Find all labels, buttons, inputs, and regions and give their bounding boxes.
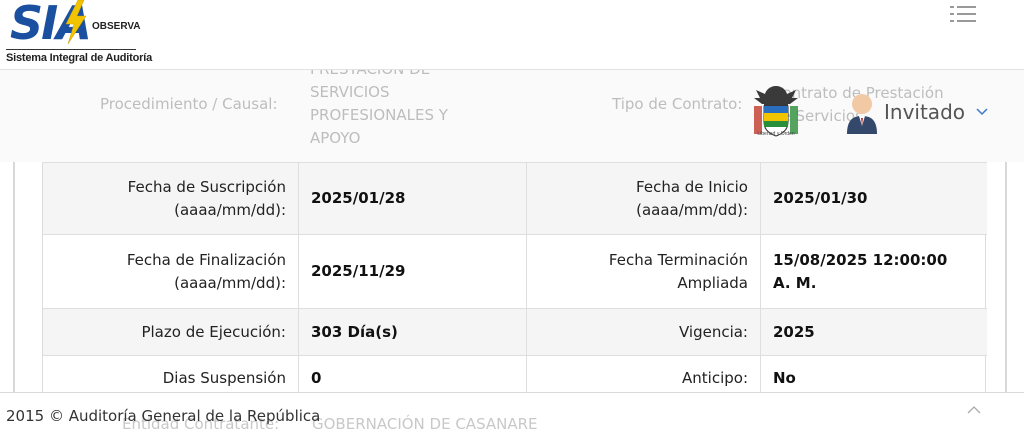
logo-divider: [6, 49, 136, 50]
user-name[interactable]: Invitado: [884, 100, 965, 124]
procedure-value-3: PROFESIONALES Y: [310, 106, 448, 124]
menu-list-icon[interactable]: [950, 4, 976, 28]
logo-subtitle: Sistema Integral de Auditoría: [6, 52, 152, 64]
table-row: Fecha de Suscripción (aaaa/mm/dd): 2025/0…: [43, 162, 987, 234]
label-fecha-terminacion-ampliada: Fecha Terminación Ampliada: [526, 235, 760, 308]
label-fecha-suscripcion: Fecha de Suscripción (aaaa/mm/dd):: [127, 177, 286, 219]
value-fecha-inicio: 2025/01/30: [760, 163, 987, 234]
label-fecha-finalizacion: Fecha de Finalización (aaaa/mm/dd):: [126, 250, 286, 292]
faded-entity-value: GOBERNACIÓN DE CASANARE: [312, 415, 538, 433]
chevron-up-icon[interactable]: [966, 405, 982, 415]
coat-of-arms-caption: Libertad y Orden: [757, 131, 795, 137]
sia-observa-logo[interactable]: SIA OBSERVA Sistema Integral de Auditorí…: [6, 0, 152, 68]
procedure-value-4: APOYO: [310, 129, 361, 147]
contract-details-table: Fecha de Suscripción (aaaa/mm/dd): 2025/0…: [42, 162, 987, 401]
panel-left-border: [13, 162, 15, 392]
procedure-value-2: SERVICIOS: [310, 83, 390, 101]
table-row: Fecha de Finalización (aaaa/mm/dd): 2025/…: [43, 234, 987, 308]
user-avatar-icon[interactable]: [845, 92, 879, 134]
label-vigencia: Vigencia:: [526, 309, 760, 355]
chevron-down-icon[interactable]: [975, 104, 989, 118]
value-fecha-finalizacion: 2025/11/29: [298, 235, 526, 308]
top-header: SIA OBSERVA Sistema Integral de Auditorí…: [0, 0, 1024, 70]
value-fecha-terminacion-ampliada: 15/08/2025 12:00:00 A. M.: [760, 235, 987, 308]
value-fecha-suscripcion: 2025/01/28: [298, 163, 526, 234]
logo-observa: OBSERVA: [92, 21, 141, 32]
label-fecha-inicio: Fecha de Inicio (aaaa/mm/dd):: [526, 163, 760, 234]
label-plazo-ejecucion: Plazo de Ejecución:: [141, 322, 286, 341]
footer-copyright: 2015 © Auditoría General de la República: [6, 407, 321, 425]
lightning-icon: [65, 0, 87, 44]
panel-right-border: [1005, 162, 1007, 392]
value-plazo-ejecucion: 303 Día(s): [298, 309, 526, 355]
value-vigencia: 2025: [760, 309, 987, 355]
page-footer: Entidad Contratante: GOBERNACIÓN DE CASA…: [0, 392, 1024, 438]
procedure-label: Procedimiento / Causal:: [100, 95, 278, 113]
table-row: Plazo de Ejecución: 303 Día(s) Vigencia:…: [43, 308, 987, 355]
contract-type-label: Tipo de Contrato:: [612, 95, 743, 113]
